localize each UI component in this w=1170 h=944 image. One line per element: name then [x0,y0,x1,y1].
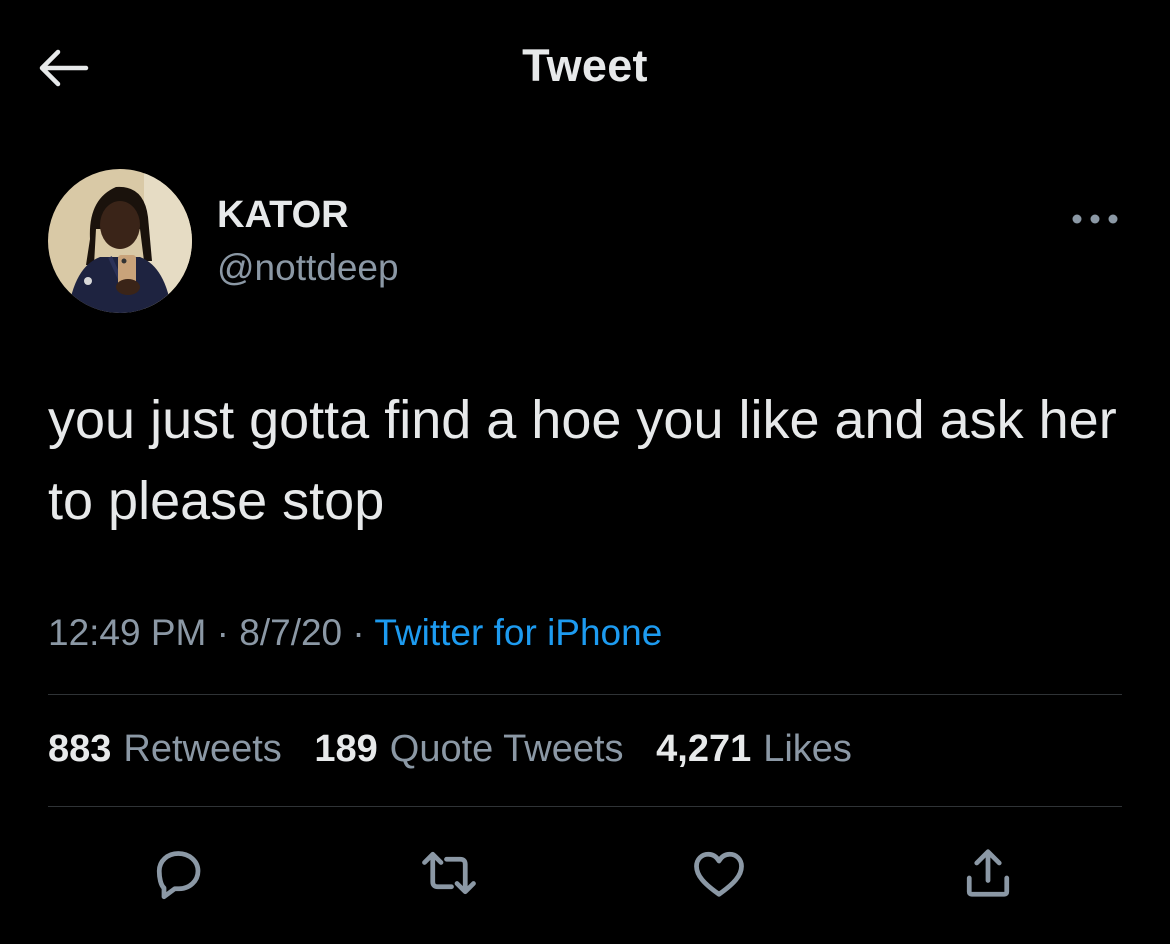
avatar[interactable] [48,169,192,313]
retweet-icon [422,851,476,895]
retweets-stat[interactable]: 883 Retweets [48,728,282,770]
share-icon [966,849,1010,897]
reply-button[interactable] [143,838,213,908]
tweet-text: you just gotta find a hoe you like and a… [48,390,1117,531]
heart-icon [694,851,744,897]
avatar-image [48,169,192,313]
page-title: Tweet [522,40,648,91]
tweet-actions [48,838,1122,908]
meta-separator: · [352,612,365,653]
tweet-author: KATOR @nottdeep [48,169,1122,315]
meta-separator: · [216,612,229,653]
tweet-time: 12:49 PM [48,612,207,653]
author-handle: @nottdeep [217,247,399,288]
likes-stat[interactable]: 4,271 Likes [656,728,852,770]
share-button[interactable] [953,838,1023,908]
retweets-count: 883 [48,728,112,770]
likes-label: Likes [763,728,852,770]
divider [48,806,1122,807]
top-bar: Tweet [0,0,1170,135]
tweet-metadata: 12:49 PM · 8/7/20 · Twitter for iPhone [48,612,662,654]
more-options-button[interactable] [1068,199,1122,239]
tweet-stats: 883 Retweets 189 Quote Tweets 4,271 Likes [48,728,874,771]
quote-tweets-count: 189 [314,728,378,770]
reply-icon [156,851,201,900]
like-button[interactable] [684,838,754,908]
tweet-date: 8/7/20 [239,612,343,653]
likes-count: 4,271 [656,728,752,770]
divider [48,694,1122,695]
retweet-button[interactable] [414,838,484,908]
retweets-label: Retweets [123,728,282,770]
tweet-source-link[interactable]: Twitter for iPhone [374,612,662,653]
quote-tweets-label: Quote Tweets [389,728,624,770]
author-display-name[interactable]: KATOR [217,194,349,237]
quote-tweets-stat[interactable]: 189 Quote Tweets [314,728,623,770]
more-horizontal-icon [1072,214,1118,224]
